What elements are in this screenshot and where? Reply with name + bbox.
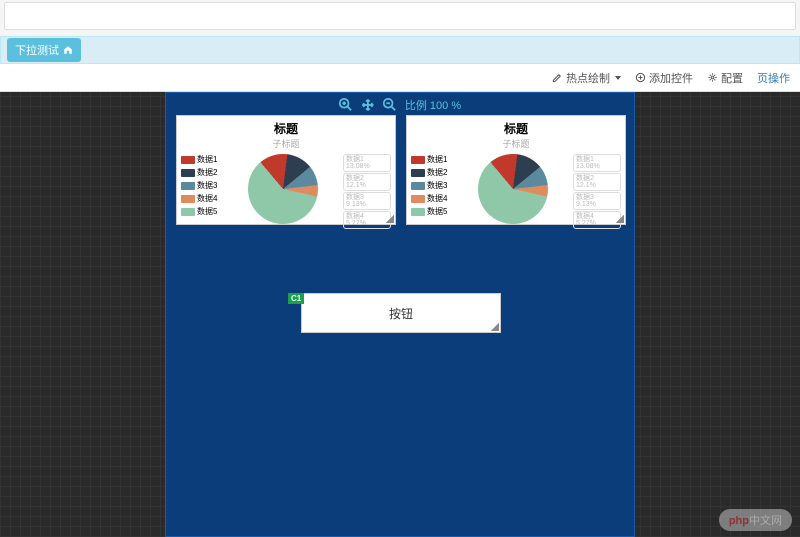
legend-item: 数据5 (411, 206, 453, 217)
legend-item: 数据4 (411, 193, 453, 204)
legend-swatch (181, 156, 195, 164)
chart-callouts: 数据113.08%数据212.1%数据39.13%数据45.27% (343, 150, 391, 228)
legend-item: 数据2 (411, 167, 453, 178)
callout-label: 数据113.08% (343, 154, 391, 172)
toolbar: 热点绘制 添加控件 配置 页操作 (0, 64, 800, 92)
legend-item: 数据3 (181, 180, 223, 191)
edit-icon (552, 72, 563, 83)
pie-wrap (453, 150, 573, 228)
legend-label: 数据4 (427, 193, 447, 204)
plus-circle-icon (635, 72, 646, 83)
legend-item: 数据1 (411, 154, 453, 165)
page-ops-label: 页操作 (757, 70, 790, 86)
gear-icon (707, 72, 718, 83)
legend-item: 数据4 (181, 193, 223, 204)
legend-swatch (411, 208, 425, 216)
watermark-rest: 中文网 (749, 512, 782, 528)
home-icon (63, 45, 73, 55)
page-ops-button[interactable]: 页操作 (757, 70, 790, 86)
zoom-in-icon[interactable] (339, 98, 353, 112)
legend-label: 数据1 (427, 154, 447, 165)
chart-subtitle: 子标题 (181, 137, 391, 150)
legend-swatch (181, 169, 195, 177)
callout-label: 数据39.13% (343, 192, 391, 210)
chart-body: 数据1 数据2 数据3 数据4 数据5 数据113.08%数据212.1%数据39.13… (181, 150, 391, 228)
watermark-accent: php (729, 515, 749, 527)
hotspot-draw-button[interactable]: 热点绘制 (552, 70, 621, 86)
chart-body: 数据1 数据2 数据3 数据4 数据5 数据113.08%数据212.1%数据39.13… (411, 150, 621, 228)
legend-swatch (181, 182, 195, 190)
zoom-bar: 比例 100 % (339, 97, 461, 113)
resize-handle[interactable] (491, 323, 499, 331)
legend-item: 数据3 (411, 180, 453, 191)
callout-label: 数据212.1% (573, 173, 621, 191)
legend-label: 数据5 (197, 206, 217, 217)
chart-title: 标题 (411, 120, 621, 137)
move-icon[interactable] (361, 98, 375, 112)
legend-label: 数据2 (427, 167, 447, 178)
canvas[interactable]: 比例 100 % 标题 子标题 数据1 数据2 数据3 数据4 数据5 数据113.08… (165, 92, 635, 537)
widget-tag: C1 (288, 293, 304, 304)
callout-label: 数据45.27% (573, 211, 621, 229)
legend-item: 数据1 (181, 154, 223, 165)
chart-subtitle: 子标题 (411, 137, 621, 150)
pie-wrap (223, 150, 343, 228)
legend-label: 数据2 (197, 167, 217, 178)
pie-chart-widget-1[interactable]: 标题 子标题 数据1 数据2 数据3 数据4 数据5 数据113.08%数据212.1%… (176, 115, 396, 225)
pie-chart-widget-2[interactable]: 标题 子标题 数据1 数据2 数据3 数据4 数据5 数据113.08%数据212.1%… (406, 115, 626, 225)
legend-swatch (411, 195, 425, 203)
legend-label: 数据4 (197, 193, 217, 204)
zoom-label: 比例 100 % (405, 97, 461, 113)
breadcrumb-button[interactable]: 下拉测试 (7, 38, 81, 62)
add-widget-label: 添加控件 (649, 70, 693, 86)
chart-legend: 数据1 数据2 数据3 数据4 数据5 (181, 150, 223, 228)
pie-chart (478, 154, 548, 224)
legend-swatch (181, 208, 195, 216)
legend-item: 数据5 (181, 206, 223, 217)
legend-swatch (411, 156, 425, 164)
zoom-out-icon[interactable] (383, 98, 397, 112)
watermark: php中文网 (719, 509, 792, 531)
breadcrumb-label: 下拉测试 (15, 42, 59, 58)
hotspot-label: 热点绘制 (566, 70, 610, 86)
callout-label: 数据45.27% (343, 211, 391, 229)
resize-handle[interactable] (616, 215, 624, 223)
legend-swatch (411, 182, 425, 190)
callout-label: 数据113.08% (573, 154, 621, 172)
button-widget[interactable]: C1 按钮 (301, 293, 501, 333)
callout-label: 数据212.1% (343, 173, 391, 191)
chart-title: 标题 (181, 120, 391, 137)
callout-label: 数据39.13% (573, 192, 621, 210)
caret-down-icon (615, 76, 621, 80)
legend-item: 数据2 (181, 167, 223, 178)
workspace: 比例 100 % 标题 子标题 数据1 数据2 数据3 数据4 数据5 数据113.08… (0, 92, 800, 537)
legend-label: 数据1 (197, 154, 217, 165)
config-label: 配置 (721, 70, 743, 86)
chart-callouts: 数据113.08%数据212.1%数据39.13%数据45.27% (573, 150, 621, 228)
chart-legend: 数据1 数据2 数据3 数据4 数据5 (411, 150, 453, 228)
legend-label: 数据3 (427, 180, 447, 191)
legend-swatch (411, 169, 425, 177)
config-button[interactable]: 配置 (707, 70, 743, 86)
add-widget-button[interactable]: 添加控件 (635, 70, 693, 86)
watermark-pill: php中文网 (719, 509, 792, 531)
pie-chart (248, 154, 318, 224)
legend-label: 数据5 (427, 206, 447, 217)
breadcrumb: 下拉测试 (0, 36, 800, 64)
search-bar[interactable] (4, 2, 796, 30)
legend-swatch (181, 195, 195, 203)
button-label: 按钮 (389, 305, 413, 322)
legend-label: 数据3 (197, 180, 217, 191)
resize-handle[interactable] (386, 215, 394, 223)
